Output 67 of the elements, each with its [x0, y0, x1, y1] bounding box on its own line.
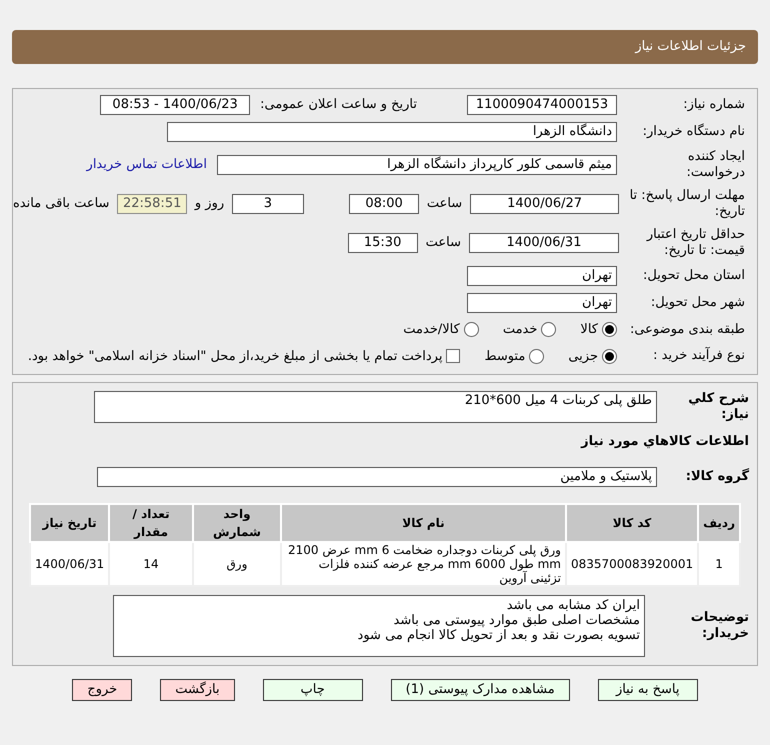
notes-field[interactable]: ایران کد مشابه می باشد مشخصات اصلی طبق موارد پیوستی می باشد تسویه بصورت نقد و بعد از تحویل کالا انجام می شود: [113, 595, 645, 657]
action-button[interactable]: بازگشت: [160, 679, 235, 701]
input-field[interactable]: 1400/06/31: [469, 233, 619, 253]
field-label: کالا/خدمت: [403, 321, 460, 339]
field-label: تاریخ و ساعت اعلان عمومی:: [260, 96, 417, 114]
field-label: ساعت: [426, 195, 462, 214]
input-field[interactable]: تهران: [467, 266, 617, 286]
countdown-field: 22:58:51: [117, 194, 187, 214]
field-label: متوسط: [484, 348, 526, 366]
radio-button[interactable]: [464, 322, 479, 338]
radio-button[interactable]: [529, 348, 544, 364]
field-label: جزیی: [568, 348, 598, 366]
input-field[interactable]: 15:30: [348, 233, 418, 253]
input-field[interactable]: 3: [232, 194, 304, 214]
note-line: مشخصات اصلی طبق موارد پیوستی می باشد: [394, 613, 640, 628]
contact-link[interactable]: اطلاعات تماس خریدار: [86, 155, 207, 175]
table-cell: ورق: [192, 542, 281, 586]
radio-button[interactable]: [602, 322, 617, 338]
input-field[interactable]: پلاستیک و ملامین: [97, 467, 657, 487]
field-label: طبقه بندی موضوعی:: [628, 322, 745, 338]
field-label: شماره نیاز:: [682, 97, 745, 113]
action-button[interactable]: پاسخ به نیاز: [598, 679, 698, 701]
input-field[interactable]: تهران: [467, 293, 617, 313]
field-label: گروه کالا:: [684, 469, 749, 485]
field-label: شهر محل تحویل:: [650, 295, 745, 311]
table-cell: 1: [698, 542, 740, 586]
action-button[interactable]: خروج: [72, 679, 132, 701]
section-heading: اطلاعات کالاهاي مورد نياز: [581, 433, 749, 452]
field-label: ایجاد کننده درخواست:: [686, 149, 745, 181]
field-label: روز و: [194, 195, 224, 214]
field-label: پرداخت تمام یا بخشی از مبلغ خرید،از محل "اسناد خزانه اسلامی" خواهد بود.: [28, 348, 442, 366]
radio-button[interactable]: [602, 348, 617, 364]
input-field[interactable]: 1400/06/23 - 08:53: [100, 95, 250, 115]
field-label: خدمت: [502, 321, 538, 339]
input-field[interactable]: 08:00: [349, 194, 419, 214]
table-cell: 0835700083920001: [566, 542, 698, 586]
input-field[interactable]: 1100090474000153: [467, 95, 617, 115]
table-cell: 14: [109, 542, 193, 586]
column-header: تاریخ نیاز: [30, 504, 110, 542]
field-label: مهلت ارسال پاسخ: تا تاریخ:: [628, 188, 745, 220]
column-header: تعداد / مقدار: [109, 504, 193, 542]
action-button[interactable]: چاپ: [262, 679, 363, 701]
column-header: نام کالا: [280, 504, 566, 542]
table-cell: 1400/06/31: [30, 542, 110, 586]
input-field[interactable]: دانشگاه الزهرا: [167, 122, 617, 142]
note-line: ایران کد مشابه می باشد: [506, 598, 640, 613]
input-field[interactable]: 1400/06/27: [470, 194, 619, 214]
field-label: نوع فرآیند خرید :: [652, 348, 745, 364]
action-button[interactable]: مشاهده مدارک پیوستی (1): [390, 679, 570, 701]
field-label: ساعت: [426, 234, 461, 252]
note-line: تسویه بصورت نقد و بعد از تحویل کالا انجام می شود: [358, 628, 640, 643]
field-label: نام دستگاه خریدار:: [642, 124, 745, 140]
checkbox[interactable]: [446, 349, 460, 364]
summary-field[interactable]: طلق پلی کربنات 4 میل 600*210: [94, 391, 657, 423]
input-field[interactable]: میثم قاسمی کلور کارپرداز دانشگاه الزهرا: [217, 155, 617, 175]
column-header: ردیف: [698, 504, 740, 542]
table-cell: ورق پلی کربنات دوجداره ضخامت 6 mm عرض 2100 mm طول 6000 mm مرجع عرضه کننده فلزات تزئینی آروین: [280, 542, 566, 586]
field-label: حداقل تاریخ اعتبار قیمت: تا تاریخ:: [645, 227, 745, 259]
field-label: شرح کلي نياز:: [687, 391, 749, 423]
page-title: جزئیات اطلاعات نیاز: [635, 38, 746, 56]
field-label: کالا: [580, 321, 598, 339]
field-label: استان محل تحویل:: [642, 268, 745, 284]
radio-button[interactable]: [541, 322, 556, 338]
field-label: ساعت باقی مانده: [13, 195, 110, 214]
column-header: کد کالا: [566, 504, 698, 542]
field-label: توضیحات خریدار:: [690, 610, 749, 642]
column-header: واحد شمارش: [192, 504, 281, 542]
